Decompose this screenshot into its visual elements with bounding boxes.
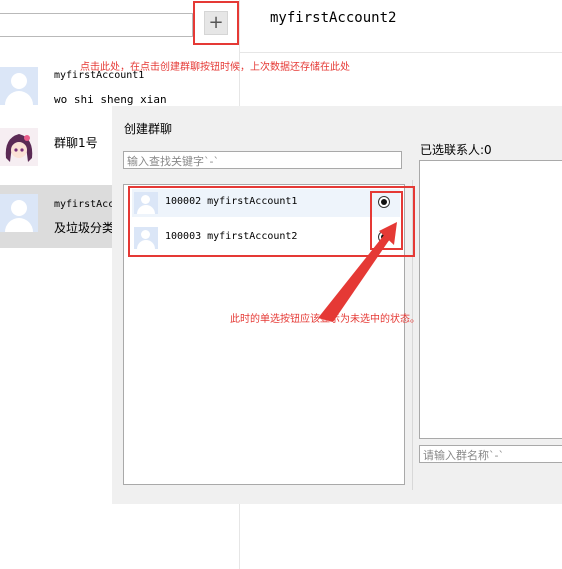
annotation-note-top: 点击此处，在点击创建群聊按钮时候，上次数据还存储在此处 <box>80 62 350 73</box>
annotation-note-radio: 此时的单选按钮应该显示为未选中的状态。 <box>230 314 420 325</box>
annotation-arrow-icon <box>318 222 397 322</box>
